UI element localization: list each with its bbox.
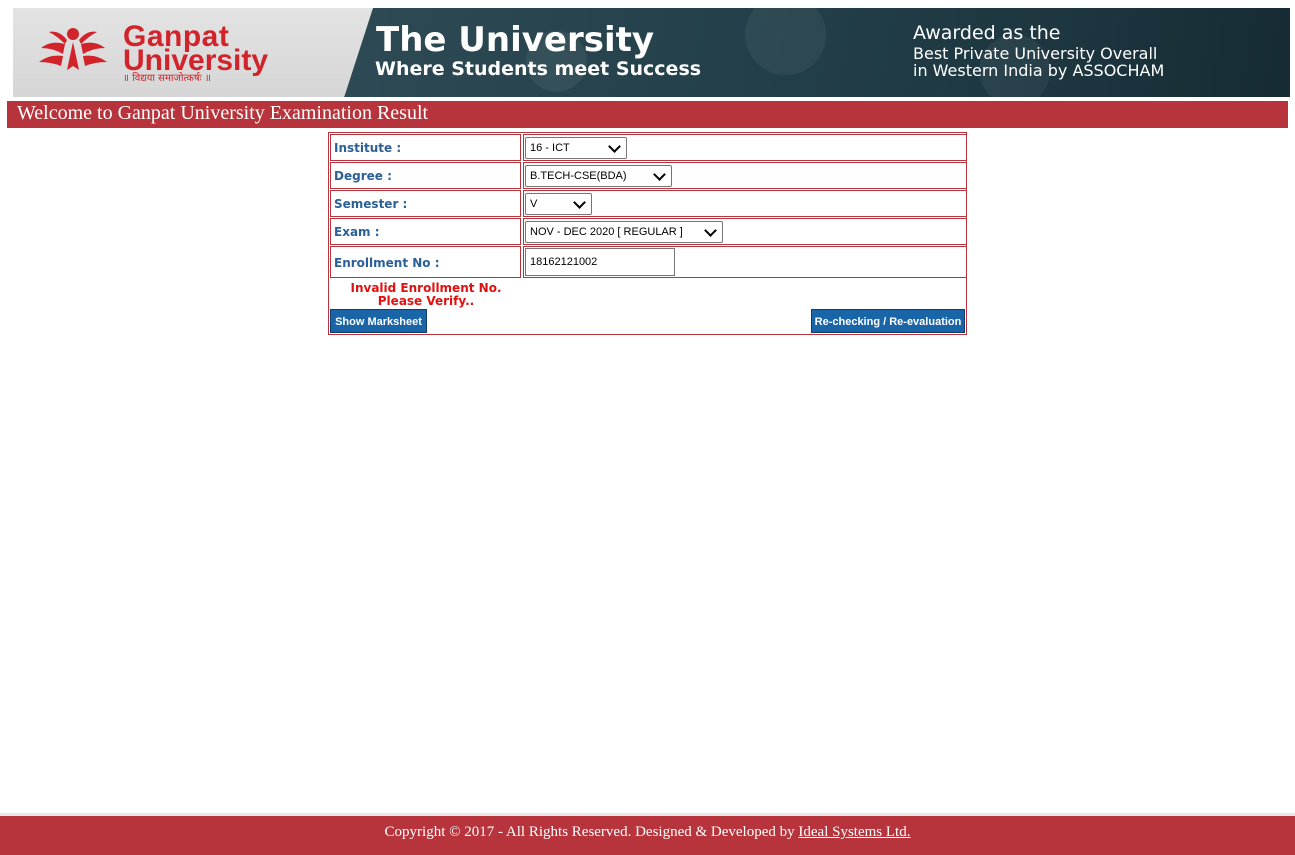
institute-label: Institute : <box>330 134 521 161</box>
chevron-down-icon <box>653 168 666 181</box>
logo-tagline: ॥ विद्यया समाजोत्कर्षः ॥ <box>123 73 211 84</box>
page-title: Welcome to Ganpat University Examination… <box>17 102 429 124</box>
semester-label: Semester : <box>330 190 521 217</box>
semester-row: Semester : V <box>330 190 967 217</box>
university-logo-icon <box>39 28 107 70</box>
error-message: Invalid Enrollment No. Please Verify.. <box>350 281 502 308</box>
enrollment-row: Enrollment No : 18162121002 <box>330 246 967 278</box>
chevron-down-icon <box>573 196 586 209</box>
institute-select[interactable]: 16 - ICT <box>525 137 627 159</box>
footer: Copyright © 2017 - All Rights Reserved. … <box>0 816 1295 855</box>
header-banner: Ganpat University ॥ विद्यया समाजोत्कर्षः… <box>13 8 1290 97</box>
enrollment-label: Enrollment No : <box>330 246 521 278</box>
chevron-down-icon <box>704 224 717 237</box>
rechecking-button[interactable]: Re-checking / Re-evaluation <box>811 309 965 333</box>
degree-label: Degree : <box>330 162 521 189</box>
enrollment-input[interactable]: 18162121002 <box>525 248 675 276</box>
semester-select[interactable]: V <box>525 193 592 215</box>
institute-row: Institute : 16 - ICT <box>330 134 967 161</box>
exam-row: Exam : NOV - DEC 2020 [ REGULAR ] <box>330 218 967 245</box>
show-marksheet-button[interactable]: Show Marksheet <box>330 309 427 333</box>
banner-award-line1: Awarded as the <box>913 22 1061 44</box>
footer-link[interactable]: Ideal Systems Ltd. <box>798 824 910 840</box>
page-title-bar: Welcome to Ganpat University Examination… <box>7 99 1288 128</box>
banner-award-line3: in Western India by ASSOCHAM <box>913 61 1165 80</box>
exam-label: Exam : <box>330 218 521 245</box>
chevron-down-icon <box>608 140 621 153</box>
result-form: Institute : 16 - ICT Degree : B.TECH-CSE… <box>328 132 967 335</box>
exam-select[interactable]: NOV - DEC 2020 [ REGULAR ] <box>525 221 723 243</box>
degree-select[interactable]: B.TECH-CSE(BDA) <box>525 165 672 187</box>
banner-title: The University <box>376 20 655 60</box>
degree-row: Degree : B.TECH-CSE(BDA) <box>330 162 967 189</box>
footer-text: Copyright © 2017 - All Rights Reserved. … <box>384 824 799 840</box>
banner-subtitle: Where Students meet Success <box>375 58 702 80</box>
